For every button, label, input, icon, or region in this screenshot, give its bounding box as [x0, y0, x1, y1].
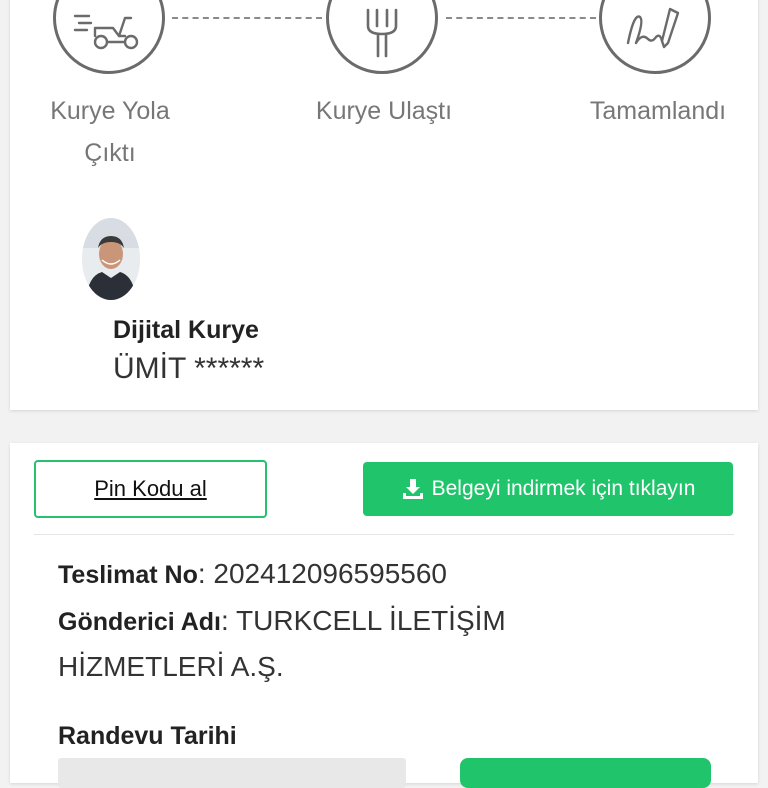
courier-title: Dijital Kurye	[113, 316, 259, 344]
step-connector	[172, 17, 322, 19]
step-label-arrived: Kurye Ulaştı	[315, 97, 453, 125]
delivery-number-value: 202412096595560	[213, 558, 447, 589]
step-connector	[446, 17, 596, 19]
sender-value-continued: HİZMETLERİ A.Ş.	[58, 651, 284, 682]
scooter-icon	[73, 14, 139, 49]
delivery-number-label: Teslimat No	[58, 561, 198, 589]
download-icon	[402, 479, 423, 499]
delivery-number-row: Teslimat No: 202412096595560	[58, 558, 447, 589]
pin-code-button[interactable]: Pin Kodu al	[34, 460, 267, 518]
step-label-completed: Tamamlandı	[589, 97, 727, 125]
sender-row: Gönderici Adı: TURKCELL İLETİŞİM	[58, 605, 506, 636]
download-document-button[interactable]: Belgeyi indirmek için tıklayın	[363, 462, 733, 516]
courier-name: ÜMİT ******	[113, 352, 265, 385]
section-divider	[34, 534, 734, 535]
courier-avatar	[82, 218, 140, 300]
appointment-date-input[interactable]	[58, 758, 406, 788]
sender-label: Gönderici Adı	[58, 608, 221, 636]
download-label: Belgeyi indirmek için tıklayın	[431, 477, 696, 500]
fork-icon	[366, 8, 398, 58]
appointment-date-label: Randevu Tarihi	[58, 722, 237, 750]
step-label-departed: Kurye Yola Çıktı	[50, 97, 170, 167]
appointment-button[interactable]	[460, 758, 711, 788]
signature-icon	[626, 7, 680, 48]
sender-value: TURKCELL İLETİŞİM	[236, 605, 506, 636]
